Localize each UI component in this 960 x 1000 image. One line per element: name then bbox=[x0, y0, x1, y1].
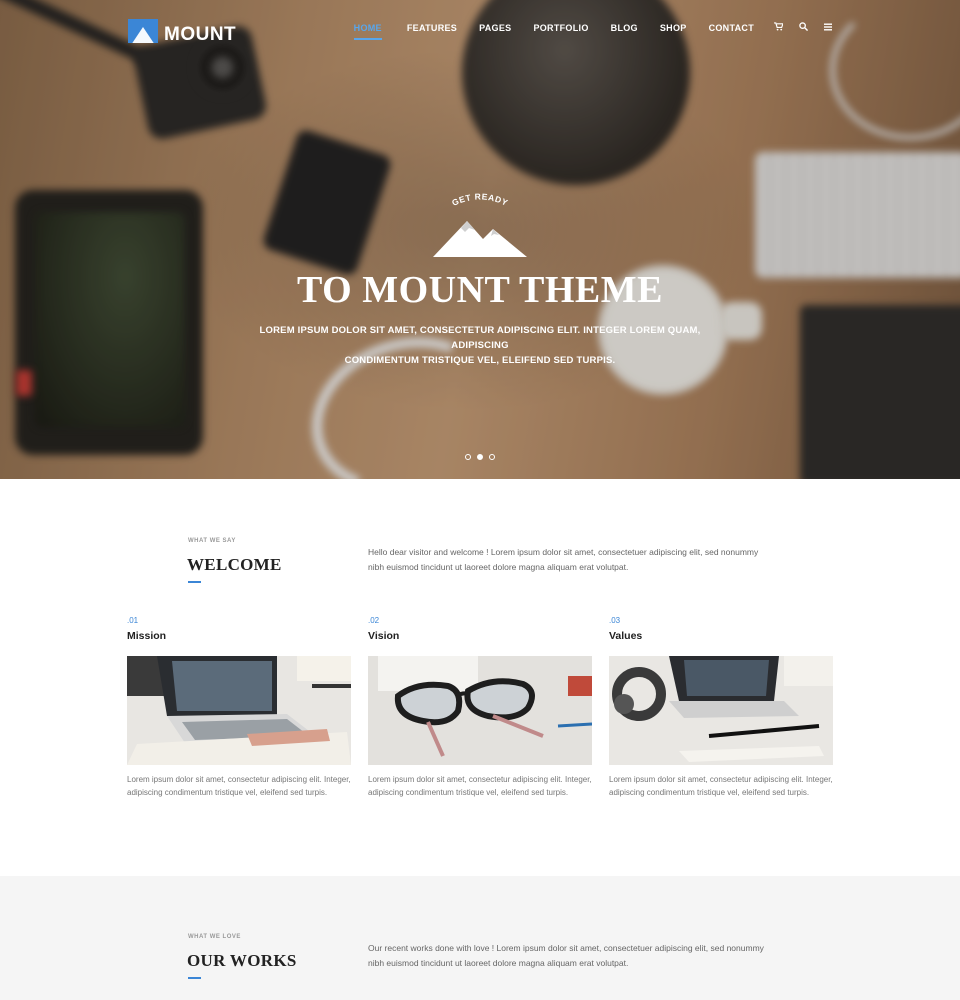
welcome-text: Hello dear visitor and welcome ! Lorem i… bbox=[368, 545, 788, 575]
feature-number: .02 bbox=[368, 616, 380, 625]
hero-subtitle-line2: CONDIMENTUM TRISTIQUE VEL, ELEIFEND SED … bbox=[344, 355, 616, 366]
slider-dot-1[interactable] bbox=[465, 454, 471, 460]
hero-slider: MOUNT HOME FEATURES PAGES PORTFOLIO BLOG… bbox=[0, 0, 960, 479]
works-section: WHAT WE LOVE OUR WORKS Our recent works … bbox=[0, 876, 960, 1000]
headphones-laptop-image[interactable] bbox=[609, 656, 833, 765]
feature-number: .03 bbox=[609, 616, 621, 625]
search-icon[interactable] bbox=[799, 22, 809, 33]
feature-text: Lorem ipsum dolor sit amet, consectetur … bbox=[368, 775, 592, 797]
feature-title[interactable]: Values bbox=[609, 630, 833, 642]
feature-title[interactable]: Vision bbox=[368, 630, 592, 642]
svg-text:GET READY: GET READY bbox=[450, 193, 509, 208]
cart-icon[interactable] bbox=[774, 22, 784, 33]
feature-number: .01 bbox=[127, 616, 139, 625]
feature-text: Lorem ipsum dolor sit amet, consectetur … bbox=[609, 775, 833, 797]
nav-blog[interactable]: BLOG bbox=[611, 23, 638, 33]
feature-vision: .02 Vision Lorem ipsum dolor sit amet, c… bbox=[368, 616, 592, 799]
feature-values: .03 Values Lorem ipsum dolor sit amet, c… bbox=[609, 616, 833, 799]
slider-dot-2[interactable] bbox=[477, 454, 483, 460]
welcome-title: WELCOME bbox=[187, 555, 282, 574]
hero-subtitle-line1: LOREM IPSUM DOLOR SIT AMET, CONSECTETUR … bbox=[259, 325, 701, 351]
hero-badge: GET READY bbox=[0, 193, 960, 259]
works-text-line2: nibh euismod tincidunt ut laoreet dolore… bbox=[368, 958, 629, 968]
hero-title: TO MOUNT THEME bbox=[297, 269, 663, 311]
nav-contact[interactable]: CONTACT bbox=[709, 23, 754, 33]
welcome-underline bbox=[188, 581, 201, 583]
feature-title[interactable]: Mission bbox=[127, 630, 351, 642]
nav-shop[interactable]: SHOP bbox=[660, 23, 687, 33]
glasses-image[interactable] bbox=[368, 656, 592, 765]
works-text: Our recent works done with love ! Lorem … bbox=[368, 941, 798, 971]
feature-mission: .01 Mission Lorem ipsum dolor sit amet, … bbox=[127, 616, 351, 799]
welcome-text-line1: Hello dear visitor and welcome ! Lorem i… bbox=[368, 547, 759, 557]
hero-eyebrow: GET READY bbox=[450, 193, 509, 208]
welcome-eyebrow: WHAT WE SAY bbox=[188, 538, 236, 544]
laptop-newspaper-image[interactable] bbox=[127, 656, 351, 765]
works-text-line1: Our recent works done with love ! Lorem … bbox=[368, 943, 764, 953]
feature-text: Lorem ipsum dolor sit amet, consectetur … bbox=[127, 775, 351, 797]
site-logo[interactable]: MOUNT bbox=[128, 16, 236, 46]
hero-subtitle: LOREM IPSUM DOLOR SIT AMET, CONSECTETUR … bbox=[240, 323, 720, 368]
welcome-text-line2: nibh euismod tincidunt ut laoreet dolore… bbox=[368, 562, 629, 572]
main-nav: HOME FEATURES PAGES PORTFOLIO BLOG SHOP … bbox=[353, 22, 960, 40]
works-eyebrow: WHAT WE LOVE bbox=[188, 934, 241, 940]
slider-dot-3[interactable] bbox=[489, 454, 495, 460]
get-ready-arc: GET READY bbox=[450, 193, 509, 208]
works-title: OUR WORKS bbox=[187, 951, 297, 970]
nav-portfolio[interactable]: PORTFOLIO bbox=[533, 23, 588, 33]
slider-pagination bbox=[465, 454, 495, 460]
nav-features[interactable]: FEATURES bbox=[407, 23, 457, 33]
nav-home[interactable]: HOME bbox=[353, 23, 383, 40]
logo-mountain-icon bbox=[128, 19, 158, 43]
mountain-icon bbox=[433, 221, 527, 257]
menu-icon[interactable] bbox=[824, 23, 832, 33]
nav-pages[interactable]: PAGES bbox=[479, 23, 511, 33]
works-underline bbox=[188, 977, 201, 979]
logo-text: MOUNT bbox=[164, 24, 237, 45]
